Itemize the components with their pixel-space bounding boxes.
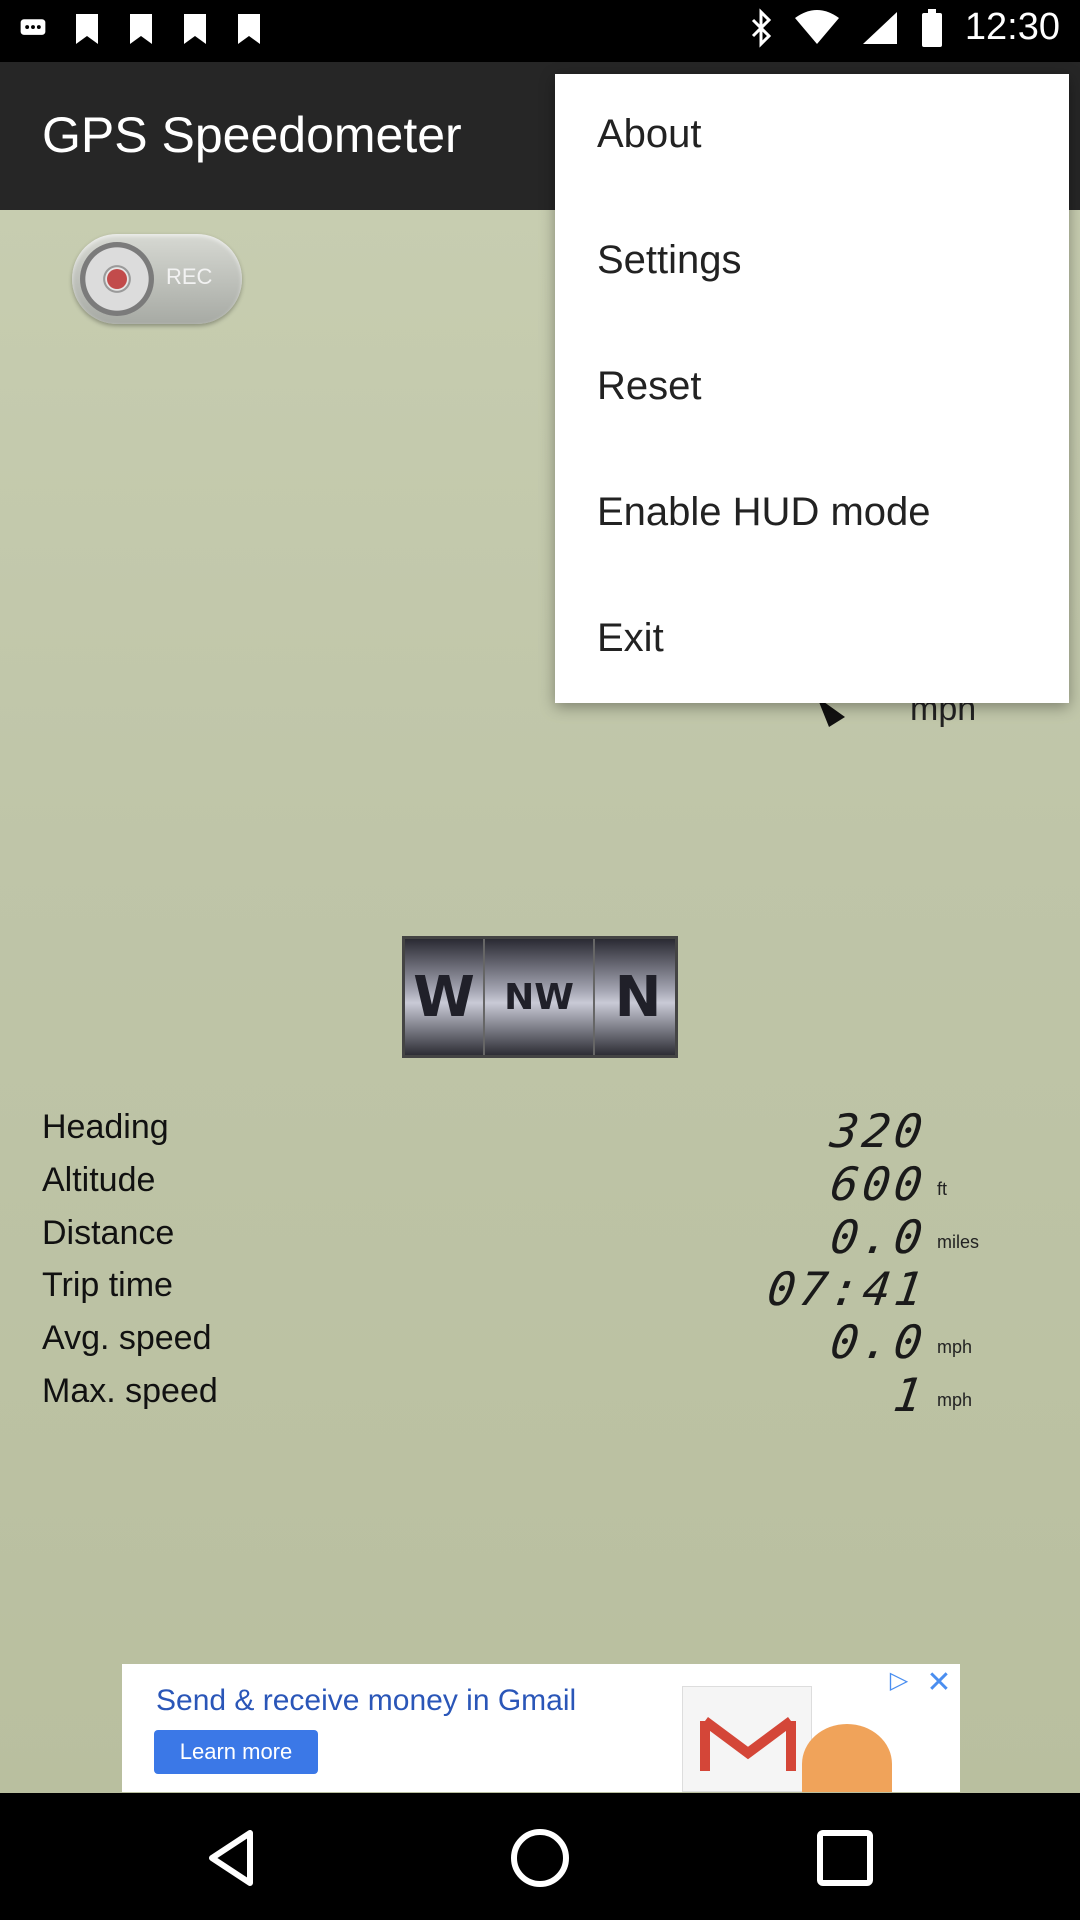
stat-row-trip-time: Trip time 07:41 <box>0 1262 1080 1318</box>
compass-left: W <box>413 964 475 1030</box>
menu-label: Enable HUD mode <box>597 490 931 534</box>
stat-label: Distance <box>42 1214 175 1252</box>
recents-icon[interactable] <box>810 1823 880 1893</box>
stat-label: Heading <box>42 1108 169 1146</box>
menu-item-about[interactable]: About <box>555 74 1069 200</box>
ad-banner[interactable]: Send & receive money in Gmail Learn more… <box>122 1664 960 1792</box>
stat-row-max-speed: Max. speed 1 mph <box>0 1368 1080 1424</box>
record-icon <box>107 269 127 289</box>
bluetooth-icon <box>749 7 773 48</box>
stat-unit: mph <box>937 1337 973 1357</box>
menu-item-reset[interactable]: Reset <box>555 326 1069 452</box>
menu-label: About <box>597 112 702 156</box>
rec-knob <box>80 242 154 316</box>
stat-row-heading: Heading 320 <box>0 1104 1080 1160</box>
image-icon <box>74 12 100 46</box>
stat-unit: miles <box>937 1232 980 1252</box>
back-icon[interactable] <box>200 1823 270 1893</box>
stat-row-altitude: Altitude 600 ft <box>0 1157 1080 1213</box>
rec-label: REC <box>166 264 213 289</box>
menu-label: Exit <box>597 616 664 660</box>
rec-toggle[interactable]: REC <box>72 234 242 324</box>
ad-choices-icon[interactable]: ▷ <box>882 1666 916 1700</box>
wifi-icon <box>794 9 839 46</box>
menu-label: Reset <box>597 364 702 408</box>
stat-row-distance: Distance 0.0 miles <box>0 1210 1080 1266</box>
home-icon[interactable] <box>505 1823 575 1893</box>
ad-learn-more-button[interactable]: Learn more <box>154 1730 318 1774</box>
stat-value: 0.0 <box>827 1210 930 1264</box>
overflow-menu: About Settings Reset Enable HUD mode Exi… <box>555 74 1069 703</box>
stat-label: Max. speed <box>42 1372 218 1410</box>
compass-center: NW <box>483 939 595 1055</box>
stat-value: 07:41 <box>763 1262 930 1316</box>
menu-item-settings[interactable]: Settings <box>555 200 1069 326</box>
signal-icon <box>861 10 899 46</box>
stat-label: Trip time <box>42 1266 173 1304</box>
stat-row-avg-speed: Avg. speed 0.0 mph <box>0 1315 1080 1371</box>
clock: 12:30 <box>964 6 1060 48</box>
status-bar: 12:30 <box>0 0 1080 62</box>
gmail-icon <box>682 1686 812 1792</box>
stat-unit: mph <box>937 1390 973 1410</box>
stat-value: 600 <box>827 1157 930 1211</box>
status-system: 12:30 <box>749 6 1060 49</box>
stat-label: Avg. speed <box>42 1319 212 1357</box>
menu-label: Settings <box>597 238 742 282</box>
menu-item-enable-hud-mode[interactable]: Enable HUD mode <box>555 452 1069 578</box>
ad-close-icon[interactable]: ✕ <box>922 1666 956 1700</box>
menu-item-exit[interactable]: Exit <box>555 578 1069 704</box>
compass-strip: W NW N <box>402 936 678 1058</box>
stat-value: 0.0 <box>827 1315 930 1369</box>
image-icon <box>236 12 262 46</box>
image-icon <box>182 12 208 46</box>
status-notifications <box>20 12 262 46</box>
stat-value: 1 <box>890 1368 930 1422</box>
image-icon <box>128 12 154 46</box>
stat-value: 320 <box>827 1104 930 1158</box>
compass-right: N <box>614 964 662 1030</box>
app-title: GPS Speedometer <box>42 107 462 163</box>
navigation-bar <box>0 1793 1080 1920</box>
ad-text: Send & receive money in Gmail <box>156 1684 577 1717</box>
chat-icon <box>20 12 46 46</box>
battery-icon <box>921 8 943 48</box>
ad-illustration <box>802 1724 892 1792</box>
stat-label: Altitude <box>42 1161 156 1199</box>
stat-unit: ft <box>937 1179 948 1199</box>
